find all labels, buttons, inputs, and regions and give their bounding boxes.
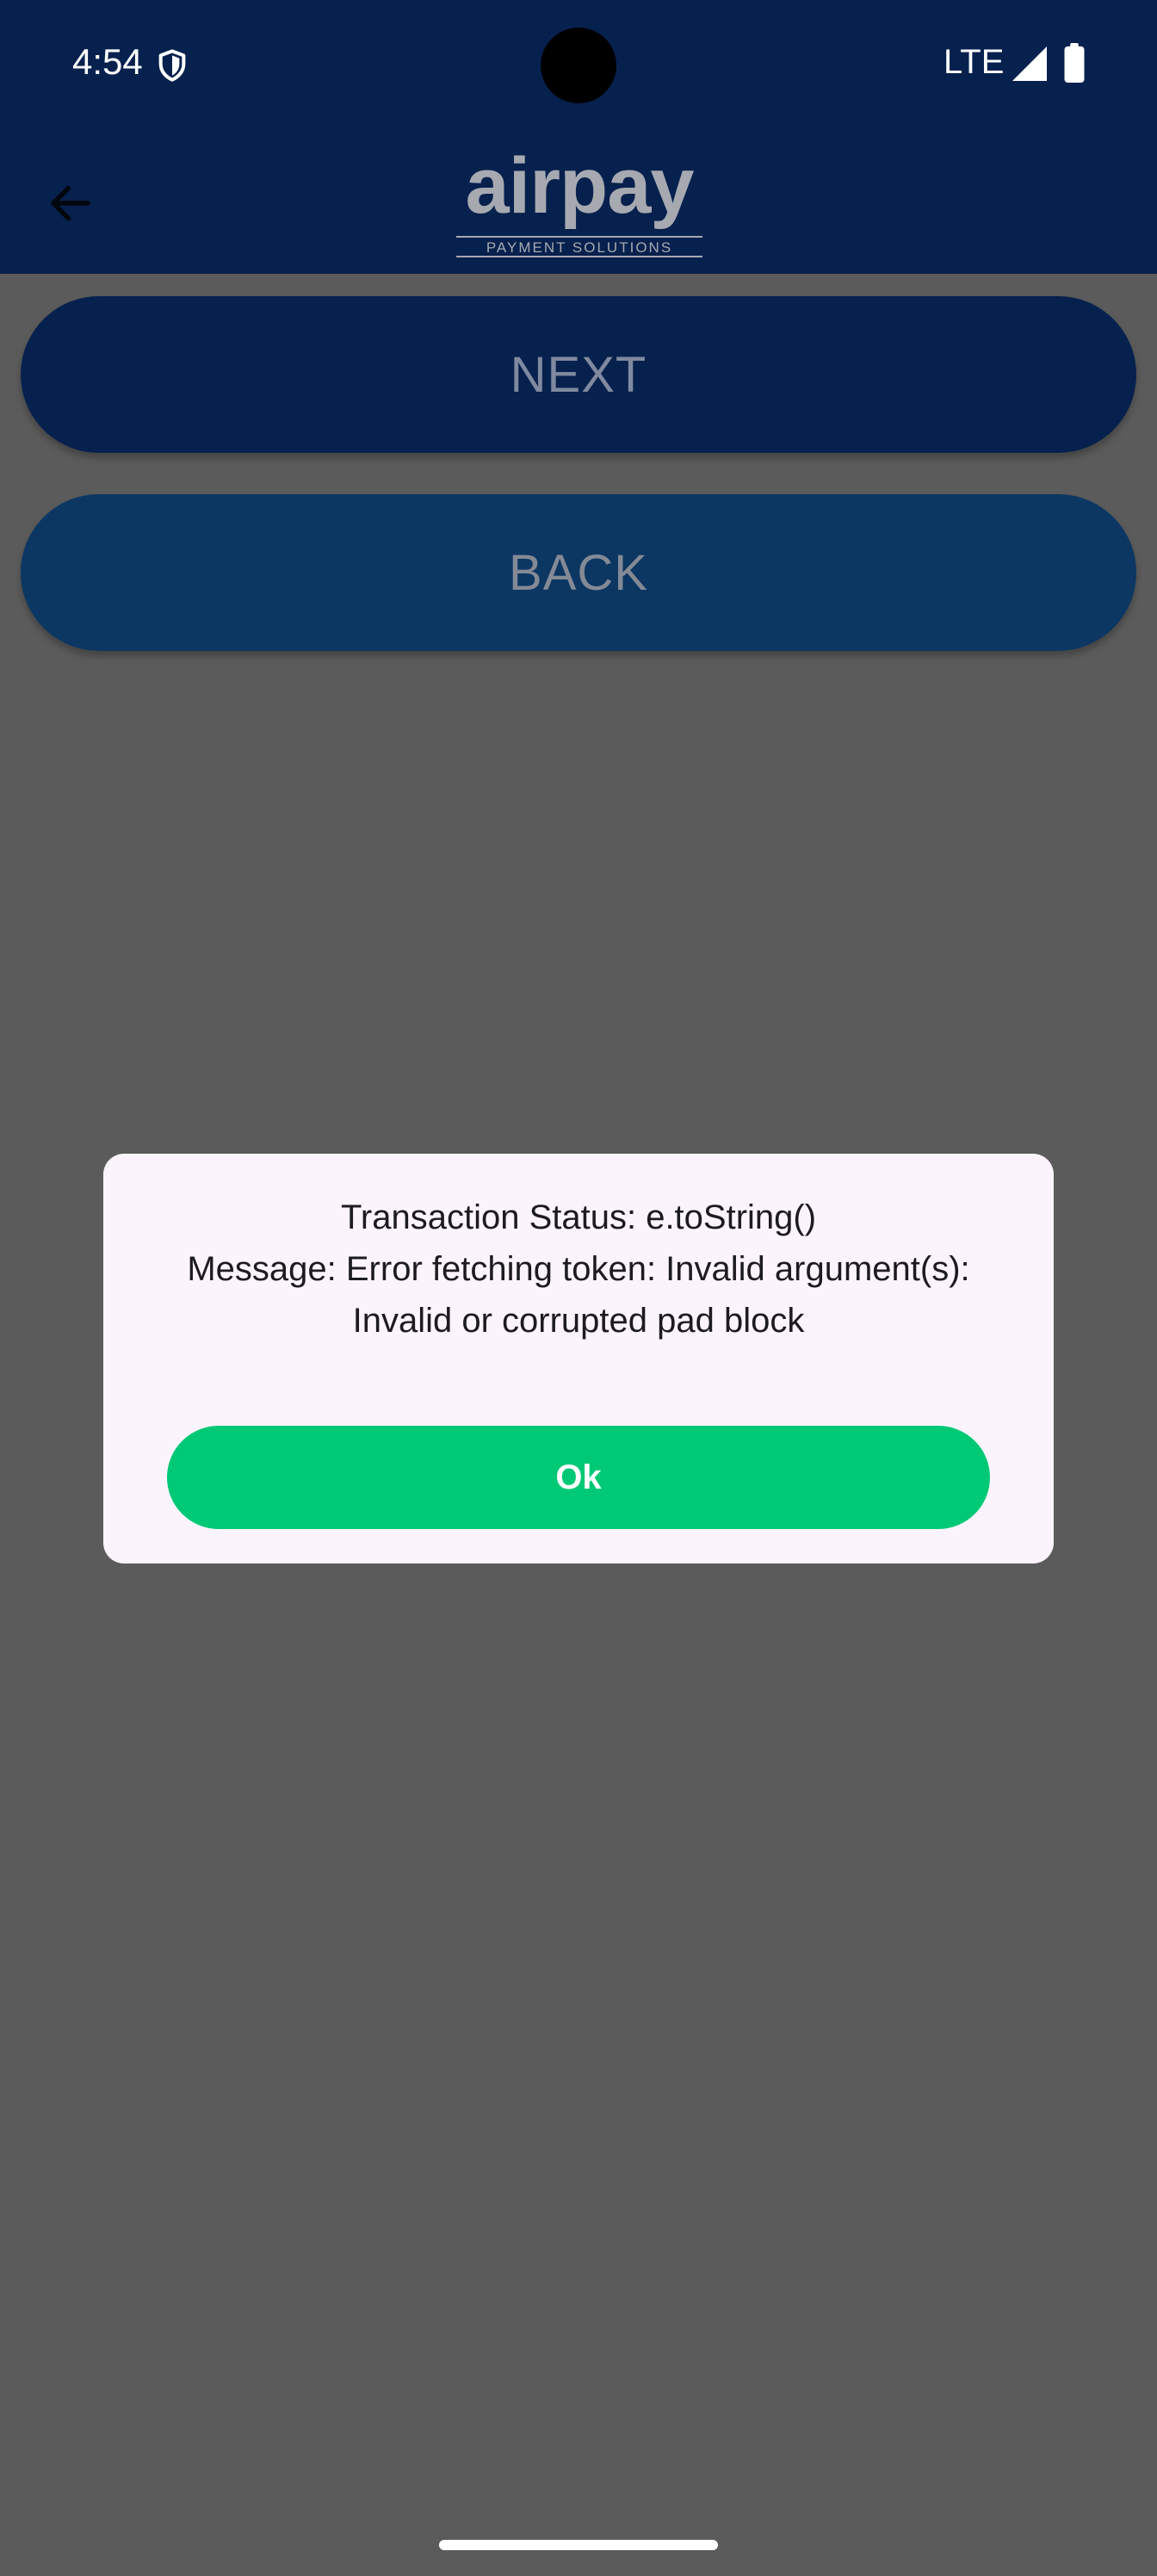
logo-divider — [456, 236, 702, 238]
screen: 4:54 LTE airpay PAYMENT SOLUTIONS NEXT B… — [0, 0, 1157, 2576]
shield-icon — [158, 49, 186, 82]
battery-icon — [1064, 43, 1085, 83]
signal-icon — [1012, 46, 1047, 81]
network-label: LTE — [944, 43, 1005, 81]
logo-subtitle: PAYMENT SOLUTIONS — [486, 239, 673, 256]
dialog-message: Transaction Status: e.toString() Message… — [138, 1192, 1019, 1347]
airpay-logo: airpay PAYMENT SOLUTIONS — [455, 143, 704, 258]
status-time: 4:54 — [72, 41, 143, 82]
ok-button[interactable]: Ok — [167, 1426, 990, 1529]
logo-text: airpay — [465, 142, 694, 230]
dialog-message-line: Message: Error fetching token: Invalid a… — [187, 1250, 970, 1288]
dialog-message-line: Invalid or corrupted pad block — [352, 1302, 805, 1340]
status-bar: 4:54 LTE — [0, 0, 1157, 129]
back-button[interactable]: BACK — [21, 494, 1136, 651]
next-button[interactable]: NEXT — [21, 296, 1136, 453]
logo-divider — [456, 256, 702, 257]
transaction-status-dialog: Transaction Status: e.toString() Message… — [103, 1154, 1054, 1564]
camera-cutout — [541, 28, 616, 103]
arrow-back-icon[interactable] — [45, 177, 96, 229]
dialog-status-line: Transaction Status: e.toString() — [340, 1198, 817, 1236]
home-indicator[interactable] — [439, 2540, 718, 2550]
